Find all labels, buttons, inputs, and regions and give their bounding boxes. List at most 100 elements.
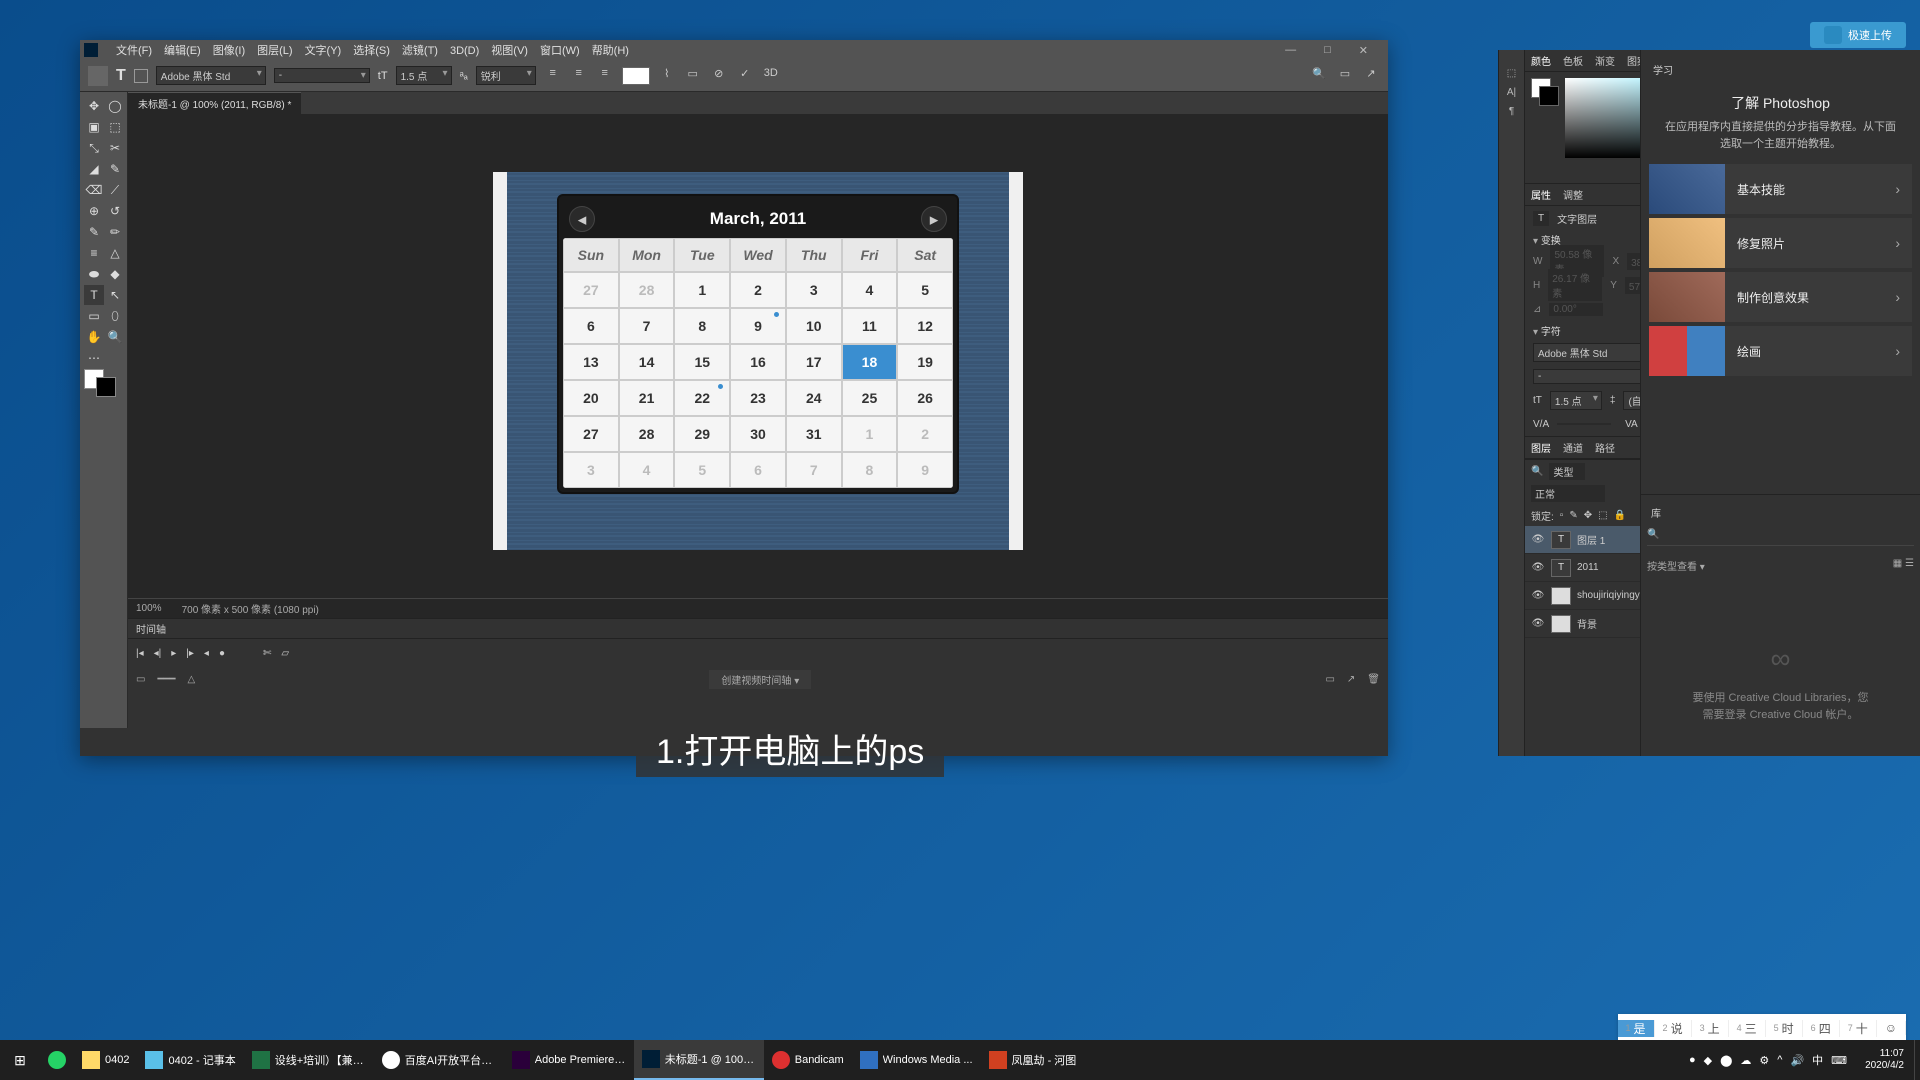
layer-thumbnail[interactable]: T — [1551, 559, 1571, 577]
calendar-day-cell[interactable]: 4 — [619, 452, 675, 488]
search-icon[interactable]: 🔍 — [1310, 67, 1328, 85]
ime-candidate[interactable]: 1是 — [1618, 1020, 1655, 1037]
tool-button[interactable]: ◆ — [105, 264, 125, 284]
calendar-day-cell[interactable]: 14 — [619, 344, 675, 380]
calendar-day-cell[interactable]: 11 — [842, 308, 898, 344]
calendar-day-cell[interactable]: 1 — [842, 416, 898, 452]
char-size-select[interactable]: 1.5 点 — [1550, 391, 1602, 410]
tool-button[interactable]: ✎ — [84, 222, 104, 242]
calendar-day-cell[interactable]: 28 — [619, 272, 675, 308]
tool-button[interactable]: ↖ — [105, 285, 125, 305]
zoom-level[interactable]: 100% — [136, 603, 162, 614]
strip-icon[interactable]: A| — [1499, 87, 1524, 98]
create-timeline-button[interactable]: 创建视频时间轴 ▾ — [709, 670, 811, 689]
menu-item[interactable]: 文字(Y) — [299, 45, 348, 57]
menu-item[interactable]: 文件(F) — [110, 45, 158, 57]
taskbar-app-button[interactable]: 未标题-1 @ 100%... — [634, 1040, 764, 1080]
minimize-icon[interactable]: — — [1279, 44, 1302, 57]
calendar-day-cell[interactable]: 15 — [674, 344, 730, 380]
learn-tutorial-item[interactable]: 制作创意效果 — [1649, 272, 1912, 322]
calendar-day-cell[interactable]: 13 — [563, 344, 619, 380]
menu-item[interactable]: 图层(L) — [251, 45, 298, 57]
taskbar-app-button[interactable]: Windows Media ... — [852, 1040, 981, 1080]
commit-icon[interactable]: ✓ — [736, 67, 754, 85]
audio-icon[interactable]: ● — [219, 648, 225, 659]
font-size-select[interactable]: 1.5 点 — [396, 66, 452, 85]
share-icon[interactable]: ↗ — [1362, 67, 1380, 85]
tool-button[interactable]: ⌫ — [84, 180, 104, 200]
tool-button[interactable]: ⟋ — [105, 180, 125, 200]
play-icon[interactable]: ▸ — [171, 648, 176, 659]
tool-button[interactable]: ⬬ — [84, 264, 104, 284]
calendar-day-cell[interactable]: 6 — [563, 308, 619, 344]
tool-button[interactable]: ▣ — [84, 117, 104, 137]
calendar-day-cell[interactable]: 29 — [674, 416, 730, 452]
tray-ime-icon[interactable]: 中 — [1812, 1052, 1823, 1068]
calendar-day-cell[interactable]: 5 — [674, 452, 730, 488]
canvas-viewport[interactable]: ◂ March, 2011 ▸ SunMonTueWedThuFriSat272… — [128, 114, 1388, 598]
tool-button[interactable]: ✏ — [105, 222, 125, 242]
document-tab[interactable]: 未标题-1 @ 100% (2011, RGB/8) * — [128, 92, 301, 114]
angle-field[interactable]: 0.00° — [1549, 303, 1603, 316]
tool-button[interactable]: ↺ — [105, 201, 125, 221]
taskbar-app-button[interactable]: Bandicam — [764, 1040, 852, 1080]
panel-tab[interactable]: 渐变 — [1595, 53, 1615, 68]
first-frame-icon[interactable]: |◂ — [136, 648, 144, 659]
visibility-icon[interactable]: 👁 — [1531, 618, 1545, 629]
fg-bg-swatch[interactable] — [1531, 78, 1559, 106]
taskbar-app-button[interactable]: 凤凰劫 - 河图 — [981, 1040, 1085, 1080]
layer-thumbnail[interactable]: T — [1551, 531, 1571, 549]
calendar-day-cell[interactable]: 9 — [730, 308, 786, 344]
calendar-day-cell[interactable]: 8 — [674, 308, 730, 344]
calendar-day-cell[interactable]: 22 — [674, 380, 730, 416]
maximize-icon[interactable]: □ — [1318, 44, 1337, 57]
close-icon[interactable]: ✕ — [1353, 44, 1374, 57]
menu-item[interactable]: 图像(I) — [207, 45, 251, 57]
lock-icon[interactable]: ⬚ — [1598, 510, 1607, 521]
text-color-swatch[interactable] — [622, 67, 650, 85]
cancel-icon[interactable]: ⊘ — [710, 67, 728, 85]
visibility-icon[interactable]: 👁 — [1531, 590, 1545, 601]
calendar-day-cell[interactable]: 5 — [897, 272, 953, 308]
tool-button[interactable]: ◢ — [84, 159, 104, 179]
home-icon[interactable] — [88, 66, 108, 86]
menu-item[interactable]: 帮助(H) — [586, 45, 635, 57]
font-family-select[interactable]: Adobe 黑体 Std — [156, 66, 266, 85]
timeline-zoom-out-icon[interactable]: ▭ — [136, 674, 145, 685]
baidu-upload-widget[interactable]: 极速上传 — [1810, 22, 1906, 48]
calendar-day-cell[interactable]: 4 — [842, 272, 898, 308]
timeline-trash-icon[interactable]: 🗑 — [1367, 674, 1380, 685]
calendar-day-cell[interactable]: 7 — [786, 452, 842, 488]
height-field[interactable]: 26.17 像素 — [1548, 269, 1602, 301]
lock-icon[interactable]: ▫ — [1560, 510, 1564, 521]
panel-tab[interactable]: 通道 — [1563, 440, 1583, 455]
tool-button[interactable]: ⤡ — [84, 138, 104, 158]
tool-button[interactable]: △ — [105, 243, 125, 263]
timeline-render-icon[interactable]: ↗ — [1347, 674, 1355, 685]
libraries-tab[interactable]: 库 — [1647, 501, 1914, 524]
prev-month-button[interactable]: ◂ — [569, 206, 595, 232]
align-center-icon[interactable]: ≡ — [570, 67, 588, 85]
ime-candidate[interactable]: 7十 — [1840, 1020, 1877, 1037]
doc-info[interactable]: 700 像素 x 500 像素 (1080 ppi) — [182, 601, 319, 616]
library-search-input[interactable]: 🔍 — [1647, 524, 1914, 546]
calendar-day-cell[interactable]: 3 — [563, 452, 619, 488]
calendar-day-cell[interactable]: 2 — [730, 272, 786, 308]
learn-tutorial-item[interactable]: 修复照片 — [1649, 218, 1912, 268]
lock-icon[interactable]: ✎ — [1569, 510, 1577, 521]
ime-candidate[interactable]: 5时 — [1766, 1020, 1803, 1037]
start-button[interactable]: ⊞ — [0, 1052, 40, 1069]
tray-volume-icon[interactable]: 🔊 — [1790, 1054, 1804, 1067]
tool-button[interactable]: ⋯ — [84, 348, 104, 368]
split-icon[interactable]: ✄ — [263, 648, 271, 659]
tool-button[interactable]: ⬚ — [105, 117, 125, 137]
calendar-day-cell[interactable]: 23 — [730, 380, 786, 416]
taskbar-app-button[interactable]: 百度AI开放平台-全... — [374, 1040, 504, 1080]
lock-icon[interactable]: ✥ — [1584, 510, 1592, 521]
next-frame-icon[interactable]: |▸ — [186, 648, 194, 659]
tray-icon[interactable]: ⬤ — [1720, 1054, 1732, 1067]
tool-button[interactable]: ⬯ — [105, 306, 125, 326]
calendar-day-cell[interactable]: 27 — [563, 272, 619, 308]
tray-icon[interactable]: ● — [1689, 1054, 1696, 1066]
menu-item[interactable]: 3D(D) — [444, 45, 485, 57]
